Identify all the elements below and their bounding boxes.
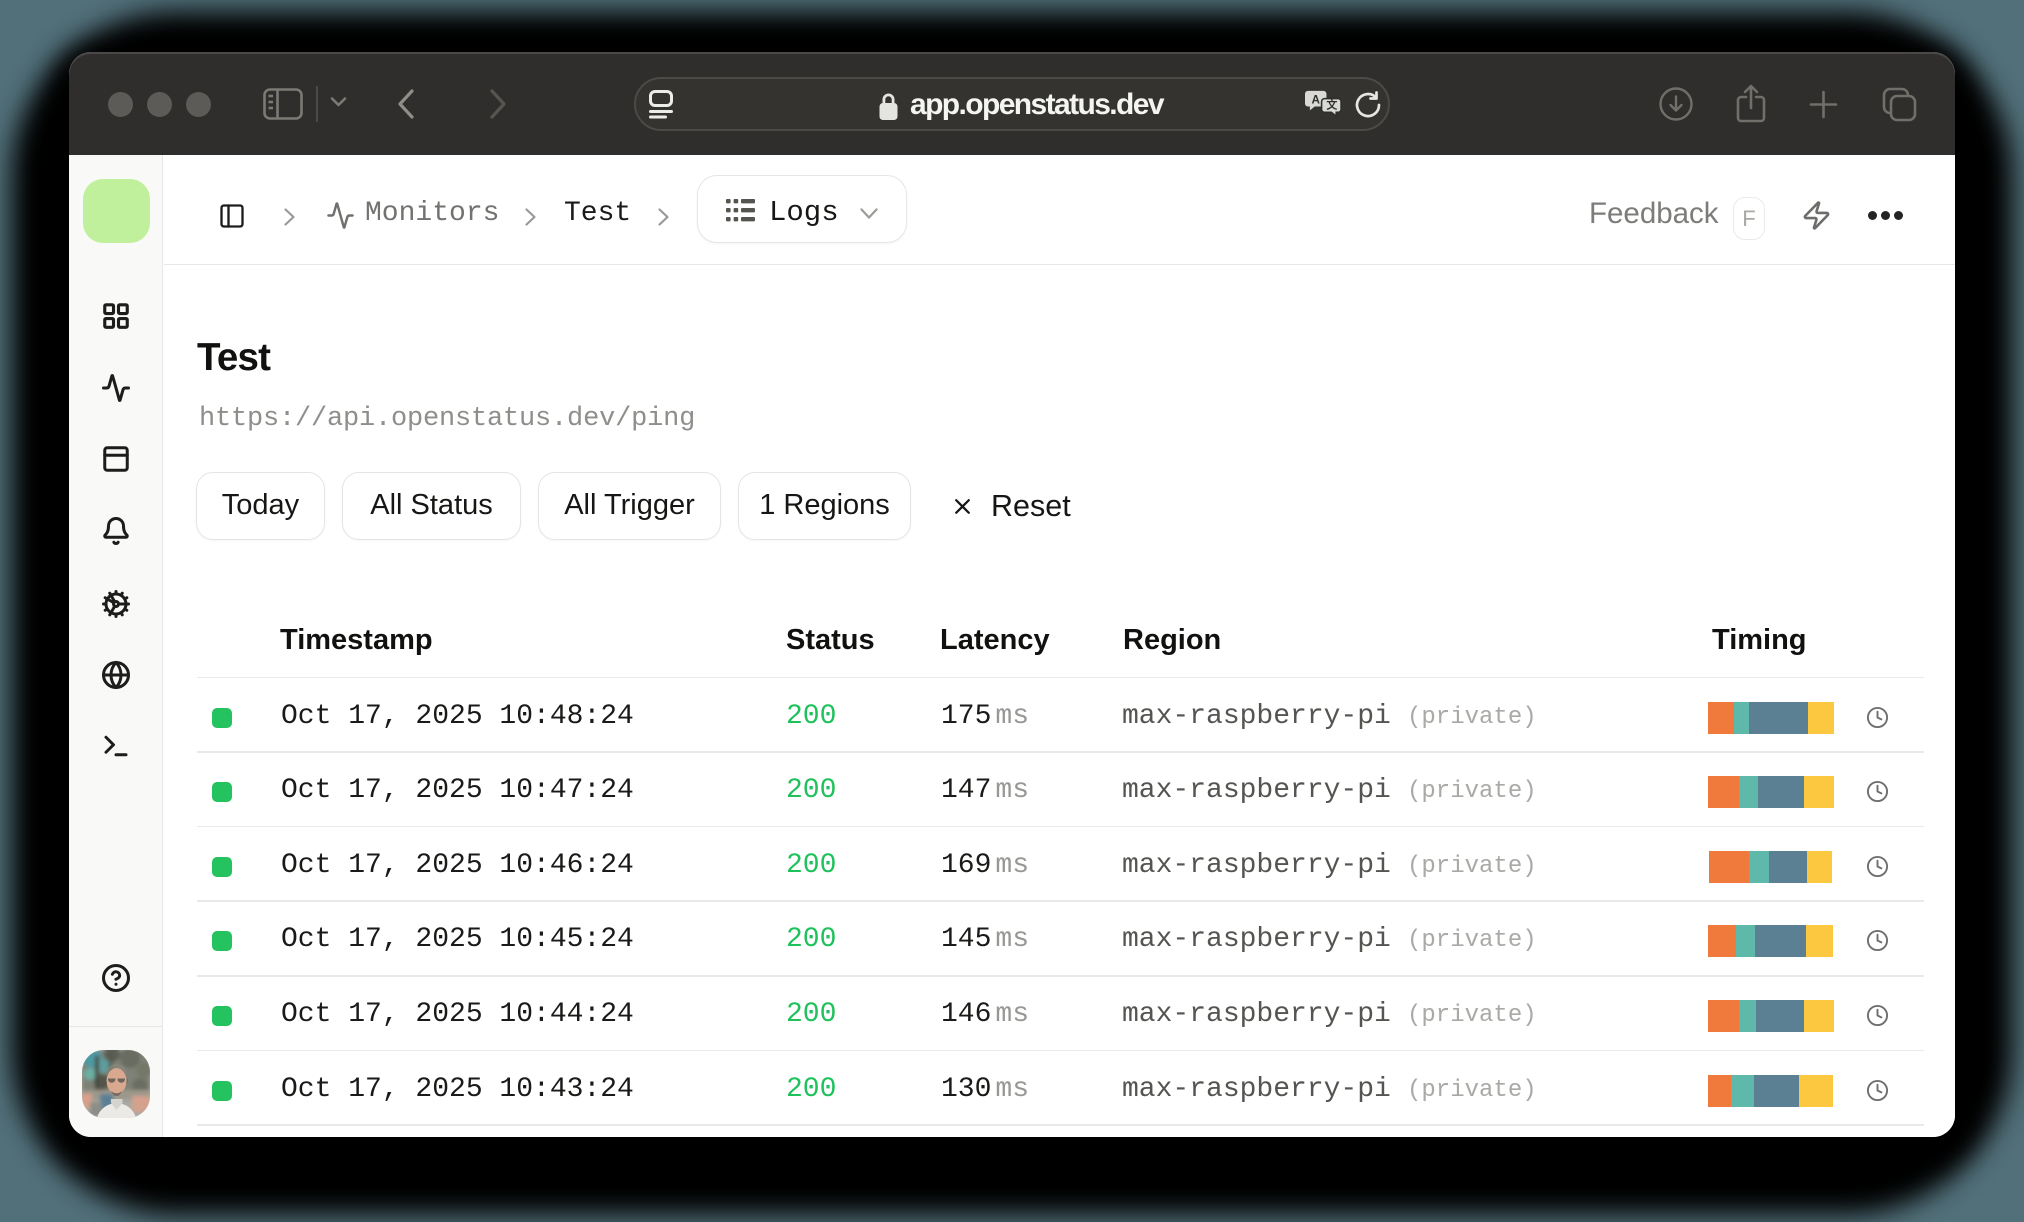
svg-text:文: 文	[1326, 98, 1337, 111]
svg-text:A: A	[1311, 94, 1320, 107]
